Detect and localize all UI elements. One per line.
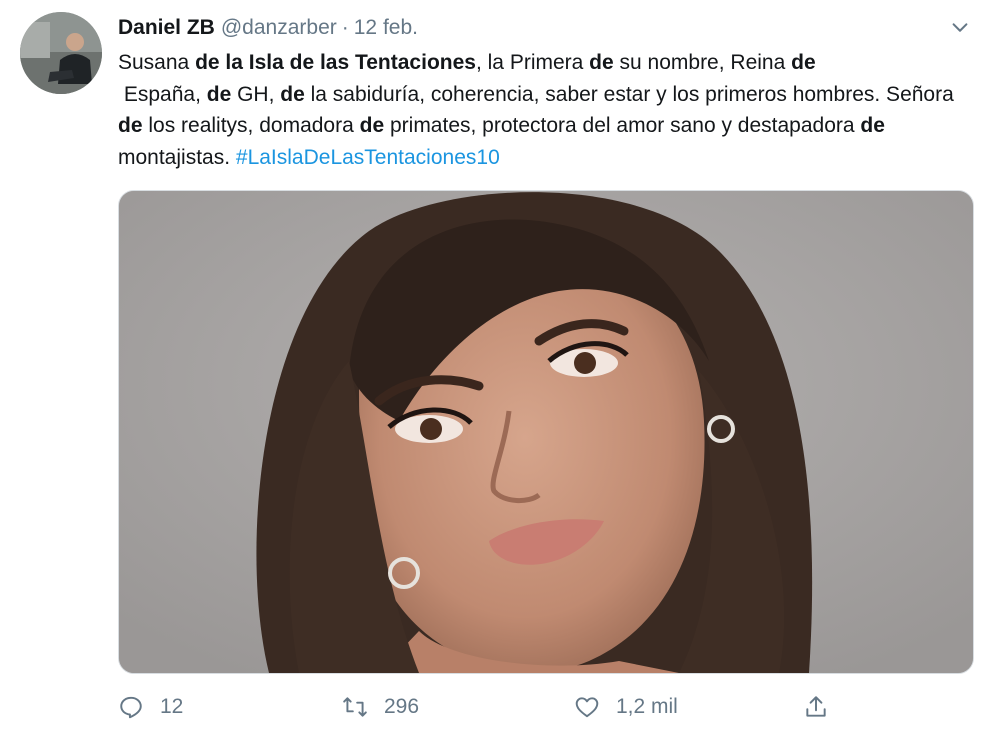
tweet-date[interactable]: 12 feb. xyxy=(354,16,418,39)
author-handle[interactable]: @danzarber xyxy=(221,16,337,39)
tweet-text-segment: España, xyxy=(123,82,201,106)
tweet-text-bold: de la Isla de las Tentaciones xyxy=(195,51,476,74)
tweet-text-segment: primates, protectora del amor sano y des… xyxy=(384,114,861,137)
tweet-text-bold: de xyxy=(359,114,385,137)
tweet-text-segment: los realitys, domadora xyxy=(142,114,360,137)
author-name[interactable]: Daniel ZB xyxy=(118,16,215,39)
heart-icon xyxy=(575,697,599,718)
share-button[interactable] xyxy=(803,688,829,726)
tweet-header: Daniel ZB @danzarber · 12 feb. xyxy=(118,14,418,42)
chevron-down-icon xyxy=(952,23,968,32)
tweet-text-segment: Susana xyxy=(118,51,196,74)
like-count: 1,2 mil xyxy=(616,695,678,718)
reply-icon xyxy=(120,696,142,719)
tweet-photo[interactable] xyxy=(118,190,974,674)
tweet-text-segment: la sabiduría, coherencia, saber estar y … xyxy=(304,82,960,106)
reply-count: 12 xyxy=(160,695,184,718)
tweet-text: Susana de la Isla de las Tentaciones, la… xyxy=(118,47,978,173)
tweet-text-bold: de xyxy=(206,82,232,106)
retweet-button[interactable]: 296 xyxy=(342,688,419,726)
reply-button[interactable]: 12 xyxy=(118,688,183,726)
hashtag-link[interactable]: #LaIslaDeLasTentaciones10 xyxy=(236,146,500,169)
tweet-text-bold: de xyxy=(791,51,816,74)
tweet-text-bold: de xyxy=(280,82,305,106)
tweet-text-bold: de xyxy=(589,51,614,74)
tweet-actions: 12 296 1,2 mil xyxy=(118,688,838,726)
tweet-text-segment: , la Primera xyxy=(475,51,590,74)
tweet-text-segment: su nombre, Reina xyxy=(613,51,792,74)
more-options-button[interactable] xyxy=(944,12,976,44)
tweet-text-bold: de xyxy=(860,114,885,137)
tweet-text-bold: de xyxy=(118,114,143,137)
avatar-image xyxy=(20,12,102,94)
retweet-count: 296 xyxy=(384,695,420,718)
retweet-icon xyxy=(343,697,367,717)
share-icon xyxy=(806,696,826,717)
tweet-text-segment: GH, xyxy=(231,82,281,106)
like-button[interactable]: 1,2 mil xyxy=(574,688,678,726)
author-avatar[interactable] xyxy=(20,12,102,94)
header-separator: · xyxy=(341,16,349,39)
portrait-photo xyxy=(119,191,973,673)
